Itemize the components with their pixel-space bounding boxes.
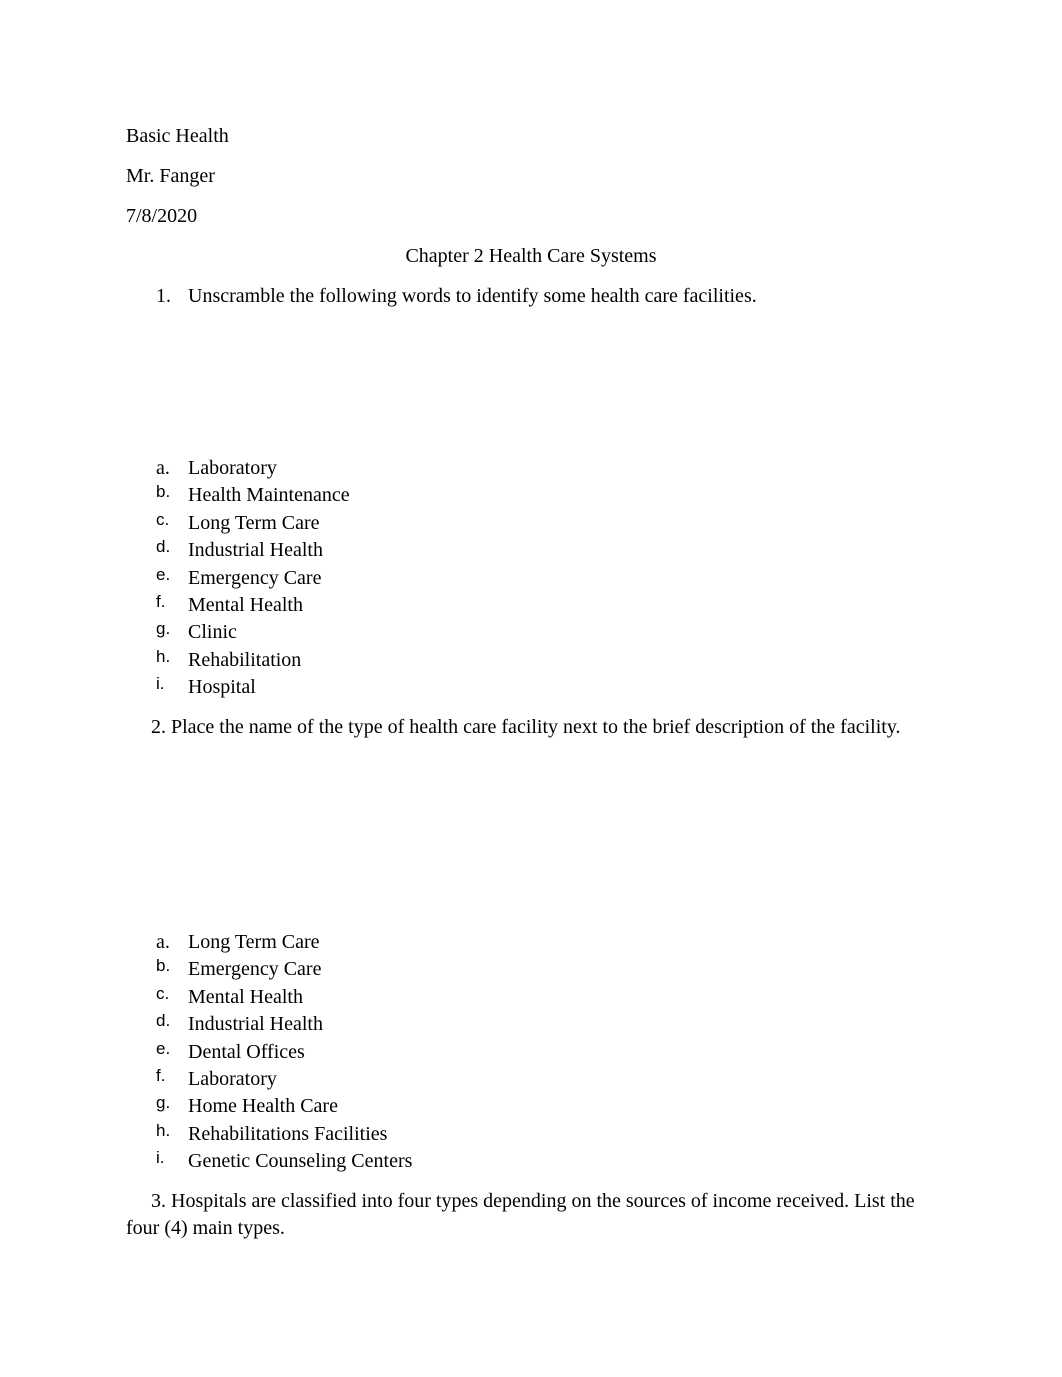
answer-text: Long Term Care xyxy=(188,511,320,534)
list-marker: g. xyxy=(156,619,171,639)
list-marker: e. xyxy=(156,564,171,584)
answer-text: Dental Offices xyxy=(188,1040,305,1063)
answer-text: Laboratory xyxy=(188,457,277,479)
list-marker: h. xyxy=(156,1120,171,1140)
question-3-text: 3. Hospitals are classified into four ty… xyxy=(126,1190,915,1239)
answer-text: Clinic xyxy=(188,621,237,644)
list-marker: f. xyxy=(156,1065,166,1085)
answer-text: Laboratory xyxy=(188,1067,277,1090)
document-page: Basic Health Mr. Fanger 7/8/2020 Chapter… xyxy=(0,0,1062,1377)
answer-text: Emergency Care xyxy=(188,958,322,981)
question-2-text: 2. Place the name of the type of health … xyxy=(151,716,901,738)
list-marker: a. xyxy=(156,457,170,479)
answer-text: Genetic Counseling Centers xyxy=(188,1150,413,1173)
answer-text: Rehabilitation xyxy=(188,648,302,671)
answer-text: Health Maintenance xyxy=(188,484,350,507)
answer-text: Industrial Health xyxy=(188,539,323,562)
list-marker: b. xyxy=(156,956,171,976)
document-title: Chapter 2 Health Care Systems xyxy=(405,245,657,267)
list-marker: e. xyxy=(156,1038,171,1058)
answer-text: Long Term Care xyxy=(188,931,320,953)
list-marker: c. xyxy=(156,509,170,529)
list-marker: d. xyxy=(156,1011,171,1031)
list-marker: a. xyxy=(156,931,170,953)
list-marker: h. xyxy=(156,646,171,666)
answer-text: Home Health Care xyxy=(188,1095,338,1118)
question-1: 1. Unscramble the following words to iden… xyxy=(156,284,757,308)
list-marker: f. xyxy=(156,591,166,611)
list-marker: g. xyxy=(156,1093,171,1113)
answer-text: Mental Health xyxy=(188,593,303,616)
answer-text: Hospital xyxy=(188,676,256,699)
list-marker: b. xyxy=(156,482,171,502)
teacher-name: Mr. Fanger xyxy=(126,165,215,187)
list-marker: c. xyxy=(156,983,170,1003)
document-date: 7/8/2020 xyxy=(126,205,198,227)
answer-text: Industrial Health xyxy=(188,1013,323,1036)
course-name: Basic Health xyxy=(126,125,229,147)
question-1-text: Unscramble the following words to identi… xyxy=(188,285,757,307)
list-marker: i. xyxy=(156,674,165,694)
list-marker: d. xyxy=(156,537,171,557)
list-marker: i. xyxy=(156,1148,165,1168)
answer-text: Emergency Care xyxy=(188,566,322,589)
answer-text: Rehabilitations Facilities xyxy=(188,1122,388,1145)
question-1-number: 1. xyxy=(156,285,171,307)
answer-text: Mental Health xyxy=(188,985,303,1008)
